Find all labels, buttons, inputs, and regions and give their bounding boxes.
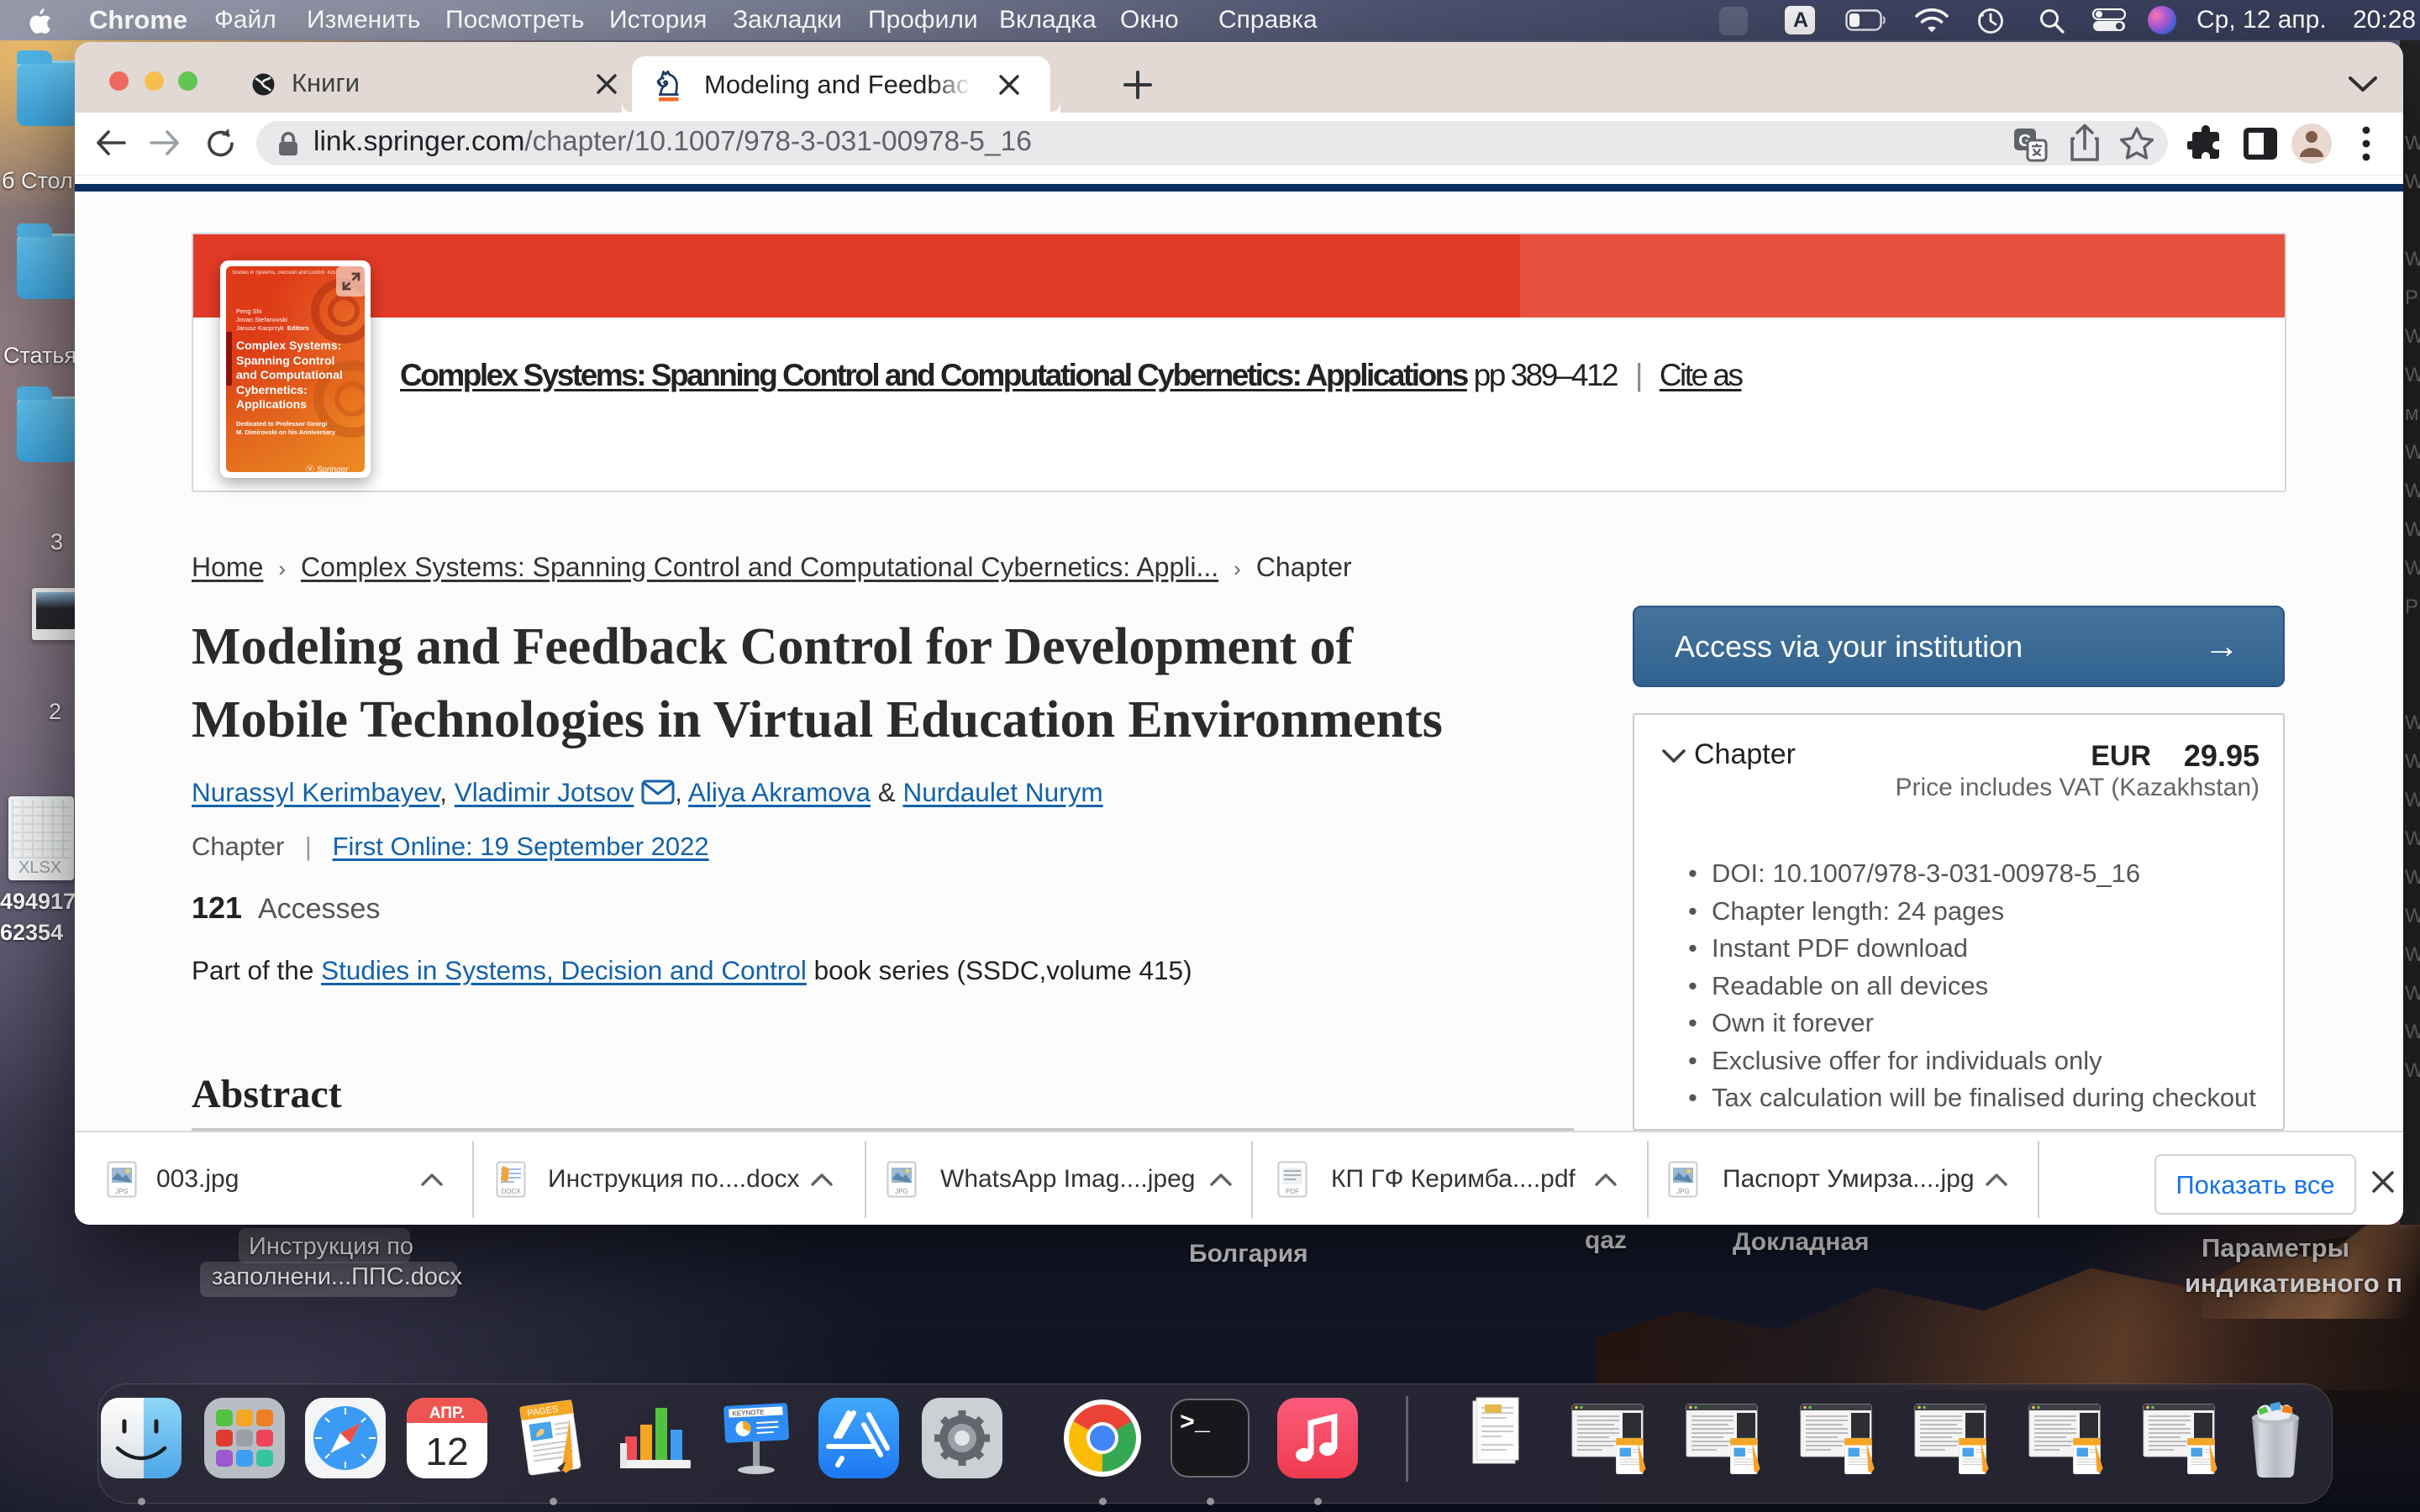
svg-text:>_: >_	[1180, 1410, 1211, 1438]
svg-text:АПР.: АПР.	[429, 1404, 465, 1422]
svg-text:12: 12	[425, 1430, 468, 1473]
